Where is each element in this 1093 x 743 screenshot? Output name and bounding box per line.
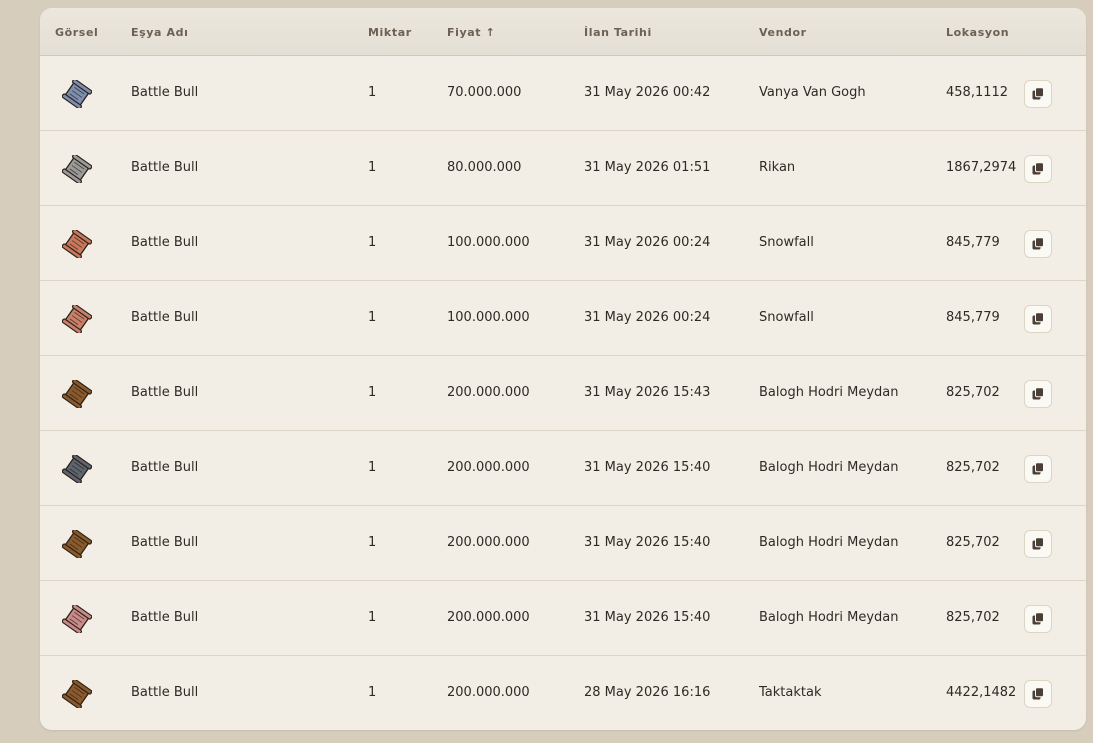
scroll-icon	[62, 80, 92, 108]
vendor-name: Rikan	[759, 160, 796, 175]
header-image[interactable]: Görsel	[55, 26, 98, 39]
listing-date: 31 May 2026 00:24	[584, 310, 711, 325]
copy-icon	[1032, 162, 1044, 175]
item-price: 70.000.000	[447, 85, 522, 100]
copy-location-button[interactable]	[1024, 155, 1052, 183]
vendor-name: Balogh Hodri Meydan	[759, 610, 899, 625]
vendor-name: Snowfall	[759, 310, 814, 325]
copy-icon	[1032, 387, 1044, 400]
copy-location-button[interactable]	[1024, 605, 1052, 633]
listing-date: 31 May 2026 00:24	[584, 235, 711, 250]
item-price: 100.000.000	[447, 235, 530, 250]
item-quantity: 1	[368, 85, 377, 100]
vendor-name: Taktaktak	[759, 685, 822, 700]
item-quantity: 1	[368, 310, 377, 325]
vendor-name: Snowfall	[759, 235, 814, 250]
item-price: 100.000.000	[447, 310, 530, 325]
item-name: Battle Bull	[131, 310, 199, 325]
location-coords: 1867,2974	[946, 160, 1017, 175]
item-quantity: 1	[368, 535, 377, 550]
vendor-name: Vanya Van Gogh	[759, 85, 866, 100]
location-coords: 458,1112	[946, 85, 1009, 100]
item-quantity: 1	[368, 235, 377, 250]
table-row: Battle Bull 1 200.000.000 31 May 2026 15…	[40, 506, 1086, 581]
listing-date: 31 May 2026 15:43	[584, 385, 711, 400]
item-name: Battle Bull	[131, 235, 199, 250]
item-price: 200.000.000	[447, 685, 530, 700]
copy-icon	[1032, 237, 1044, 250]
item-price: 200.000.000	[447, 385, 530, 400]
location-coords: 845,779	[946, 310, 1000, 325]
scroll-icon	[62, 230, 92, 258]
table-row: Battle Bull 1 200.000.000 28 May 2026 16…	[40, 656, 1086, 730]
location-coords: 4422,1482	[946, 685, 1017, 700]
table-row: Battle Bull 1 200.000.000 31 May 2026 15…	[40, 356, 1086, 431]
location-coords: 825,702	[946, 535, 1000, 550]
vendor-name: Balogh Hodri Meydan	[759, 385, 899, 400]
listing-date: 28 May 2026 16:16	[584, 685, 711, 700]
copy-icon	[1032, 87, 1044, 100]
header-name[interactable]: Eşya Adı	[131, 26, 188, 39]
copy-location-button[interactable]	[1024, 380, 1052, 408]
item-name: Battle Bull	[131, 160, 199, 175]
copy-location-button[interactable]	[1024, 305, 1052, 333]
copy-icon	[1032, 537, 1044, 550]
item-name: Battle Bull	[131, 610, 199, 625]
item-price: 200.000.000	[447, 535, 530, 550]
copy-icon	[1032, 612, 1044, 625]
header-price-sort[interactable]: Fiyat ↑	[447, 26, 495, 39]
item-quantity: 1	[368, 160, 377, 175]
listing-date: 31 May 2026 15:40	[584, 460, 711, 475]
item-quantity: 1	[368, 685, 377, 700]
listing-date: 31 May 2026 00:42	[584, 85, 711, 100]
location-coords: 845,779	[946, 235, 1000, 250]
header-date[interactable]: İlan Tarihi	[584, 26, 652, 39]
vendor-name: Balogh Hodri Meydan	[759, 535, 899, 550]
listing-date: 31 May 2026 01:51	[584, 160, 711, 175]
listing-date: 31 May 2026 15:40	[584, 610, 711, 625]
scroll-icon	[62, 605, 92, 633]
listings-table: Görsel Eşya Adı Miktar Fiyat ↑ İlan Tari…	[40, 8, 1086, 730]
item-quantity: 1	[368, 385, 377, 400]
copy-location-button[interactable]	[1024, 530, 1052, 558]
location-coords: 825,702	[946, 385, 1000, 400]
table-row: Battle Bull 1 100.000.000 31 May 2026 00…	[40, 281, 1086, 356]
scroll-icon	[62, 155, 92, 183]
copy-location-button[interactable]	[1024, 455, 1052, 483]
location-coords: 825,702	[946, 610, 1000, 625]
table-row: Battle Bull 1 100.000.000 31 May 2026 00…	[40, 206, 1086, 281]
copy-location-button[interactable]	[1024, 680, 1052, 708]
scroll-icon	[62, 455, 92, 483]
copy-icon	[1032, 687, 1044, 700]
header-vendor[interactable]: Vendor	[759, 26, 807, 39]
item-price: 200.000.000	[447, 610, 530, 625]
table-row: Battle Bull 1 70.000.000 31 May 2026 00:…	[40, 56, 1086, 131]
scroll-icon	[62, 530, 92, 558]
item-name: Battle Bull	[131, 385, 199, 400]
table-row: Battle Bull 1 200.000.000 31 May 2026 15…	[40, 581, 1086, 656]
scroll-icon	[62, 680, 92, 708]
item-quantity: 1	[368, 460, 377, 475]
item-name: Battle Bull	[131, 535, 199, 550]
item-name: Battle Bull	[131, 85, 199, 100]
item-price: 200.000.000	[447, 460, 530, 475]
copy-location-button[interactable]	[1024, 230, 1052, 258]
vendor-name: Balogh Hodri Meydan	[759, 460, 899, 475]
header-quantity[interactable]: Miktar	[368, 26, 412, 39]
copy-location-button[interactable]	[1024, 80, 1052, 108]
item-name: Battle Bull	[131, 685, 199, 700]
copy-icon	[1032, 462, 1044, 475]
item-quantity: 1	[368, 610, 377, 625]
header-location[interactable]: Lokasyon	[946, 26, 1009, 39]
table-row: Battle Bull 1 200.000.000 31 May 2026 15…	[40, 431, 1086, 506]
listing-date: 31 May 2026 15:40	[584, 535, 711, 550]
location-coords: 825,702	[946, 460, 1000, 475]
table-header: Görsel Eşya Adı Miktar Fiyat ↑ İlan Tari…	[40, 8, 1086, 56]
copy-icon	[1032, 312, 1044, 325]
scroll-icon	[62, 305, 92, 333]
item-name: Battle Bull	[131, 460, 199, 475]
item-price: 80.000.000	[447, 160, 522, 175]
scroll-icon	[62, 380, 92, 408]
table-row: Battle Bull 1 80.000.000 31 May 2026 01:…	[40, 131, 1086, 206]
